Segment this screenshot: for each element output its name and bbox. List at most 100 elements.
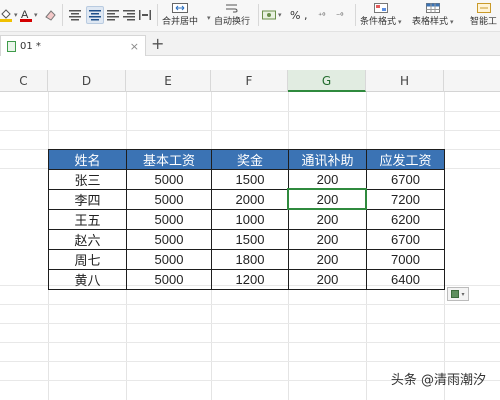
cell-name[interactable]: 李四 (48, 189, 127, 210)
watermark-text: 头条 @清雨潮汐 (390, 373, 486, 388)
column-header-d[interactable]: D (48, 70, 126, 92)
column-header-h[interactable]: H (366, 70, 444, 92)
gridline (0, 130, 500, 131)
align-left-icon (106, 7, 120, 23)
cell-name[interactable]: 黄八 (48, 269, 127, 290)
align-center-icon (88, 7, 102, 23)
conditional-format-icon (373, 2, 388, 14)
table-format-icon (451, 290, 460, 298)
gridline (0, 342, 500, 343)
cell-base-salary[interactable]: 5000 (126, 169, 212, 190)
paste-options-button[interactable]: ▾ (447, 287, 469, 301)
column-header-e[interactable]: E (126, 70, 211, 92)
header-comm-allowance[interactable]: 通讯补助 (288, 149, 367, 170)
divider (62, 4, 63, 26)
cell-bonus[interactable]: 2000 (211, 189, 289, 210)
cell-payable-salary[interactable]: 6400 (366, 269, 445, 290)
document-tab[interactable]: 01 * × (0, 35, 146, 56)
cell-bonus[interactable]: 1000 (211, 209, 289, 230)
smart-tools-button[interactable]: 智能工 (470, 0, 497, 30)
cell-name[interactable]: 赵六 (48, 229, 127, 250)
fill-color-button[interactable]: ▾ (0, 0, 18, 30)
cell-base-salary[interactable]: 5000 (126, 209, 212, 230)
percent-button[interactable]: % (290, 0, 300, 30)
cell-bonus[interactable]: 1500 (211, 229, 289, 250)
align-left-button[interactable] (106, 0, 120, 30)
percent-label: % (290, 8, 301, 22)
cell-name[interactable]: 张三 (48, 169, 127, 190)
cell-base-salary[interactable]: 5000 (126, 249, 212, 270)
conditional-format-button[interactable]: 条件格式 ▾ (360, 0, 402, 30)
cell-payable-salary[interactable]: 7200 (366, 189, 445, 210)
cell-comm-allowance[interactable]: 200 (288, 229, 367, 250)
increase-decimal-label: ⁺⁰ (318, 10, 326, 20)
cell-payable-salary[interactable]: 7000 (366, 249, 445, 270)
ribbon: ▾ A ▾ 合并居中 ▾ 自动换行 ▾ % , ⁺⁰ ⁻⁰ 条件格式 ▾ 表格样… (0, 0, 500, 32)
currency-button[interactable]: ▾ (262, 0, 282, 30)
align-top-button[interactable] (68, 0, 82, 30)
table-row: 王五 5000 1000 200 6200 (48, 209, 445, 230)
align-top-icon (68, 7, 82, 23)
cell-comm-allowance[interactable]: 200 (288, 209, 367, 230)
cell-comm-allowance-active[interactable]: 200 (288, 189, 367, 210)
column-header-g[interactable]: G (288, 70, 366, 92)
cell-payable-salary[interactable]: 6700 (366, 229, 445, 250)
cell-comm-allowance[interactable]: 200 (288, 169, 367, 190)
comma-style-button[interactable]: , (304, 0, 308, 30)
table-row: 李四 5000 2000 200 7200 (48, 189, 445, 210)
font-color-button[interactable]: A ▾ (20, 0, 38, 30)
cell-bonus[interactable]: 1500 (211, 169, 289, 190)
cell-comm-allowance[interactable]: 200 (288, 249, 367, 270)
auto-wrap-button[interactable]: 自动换行 (214, 0, 250, 30)
decrease-decimal-label: ⁻⁰ (336, 10, 344, 20)
document-tab-name: 01 * (20, 40, 41, 52)
align-center-button[interactable] (86, 6, 104, 24)
chevron-down-icon: ▾ (278, 11, 282, 19)
column-header-c[interactable]: C (0, 70, 48, 92)
chevron-down-icon[interactable]: ▾ (207, 14, 211, 22)
cell-name[interactable]: 王五 (48, 209, 127, 230)
font-color-icon: A (20, 7, 32, 23)
spreadsheet-file-icon (7, 40, 16, 52)
cell-name[interactable]: 周七 (48, 249, 127, 270)
distribute-button[interactable] (138, 0, 152, 30)
conditional-format-label: 条件格式 ▾ (360, 17, 402, 27)
table-row: 赵六 5000 1500 200 6700 (48, 229, 445, 250)
cell-base-salary[interactable]: 5000 (126, 189, 212, 210)
cell-bonus[interactable]: 1200 (211, 269, 289, 290)
clear-format-button[interactable] (44, 0, 58, 30)
table-style-icon (425, 2, 440, 14)
header-payable-salary[interactable]: 应发工资 (366, 149, 445, 170)
cell-bonus[interactable]: 1800 (211, 249, 289, 270)
gridline (0, 323, 500, 324)
table-header-row: 姓名 基本工资 奖金 通讯补助 应发工资 (48, 149, 445, 170)
table-row: 周七 5000 1800 200 7000 (48, 249, 445, 270)
table-row: 张三 5000 1500 200 6700 (48, 169, 445, 190)
cell-base-salary[interactable]: 5000 (126, 269, 212, 290)
increase-decimal-button[interactable]: ⁺⁰ (318, 0, 325, 30)
merge-center-label: 合并居中 (162, 17, 199, 27)
header-base-salary[interactable]: 基本工资 (126, 149, 212, 170)
header-bonus[interactable]: 奖金 (211, 149, 289, 170)
close-icon[interactable]: × (130, 40, 139, 53)
auto-wrap-label: 自动换行 (214, 17, 251, 27)
cell-comm-allowance[interactable]: 200 (288, 269, 367, 290)
document-tab-bar: 01 * × (0, 32, 500, 56)
paint-bucket-icon (0, 7, 12, 23)
chevron-down-icon: ▾ (14, 11, 18, 19)
cell-payable-salary[interactable]: 6700 (366, 169, 445, 190)
salary-table: 姓名 基本工资 奖金 通讯补助 应发工资 张三 5000 1500 200 67… (48, 149, 445, 290)
table-style-button[interactable]: 表格样式 ▾ (412, 0, 454, 30)
column-header-f[interactable]: F (211, 70, 288, 92)
merge-center-button[interactable]: 合并居中 (162, 0, 198, 30)
new-tab-button[interactable]: + (151, 34, 164, 53)
header-name[interactable]: 姓名 (48, 149, 127, 170)
align-right-button[interactable] (122, 0, 136, 30)
decrease-decimal-button[interactable]: ⁻⁰ (336, 0, 343, 30)
divider (258, 4, 259, 26)
cell-base-salary[interactable]: 5000 (126, 229, 212, 250)
gridline (0, 111, 500, 112)
currency-icon (262, 7, 276, 23)
smart-tools-icon (476, 2, 491, 14)
cell-payable-salary[interactable]: 6200 (366, 209, 445, 230)
